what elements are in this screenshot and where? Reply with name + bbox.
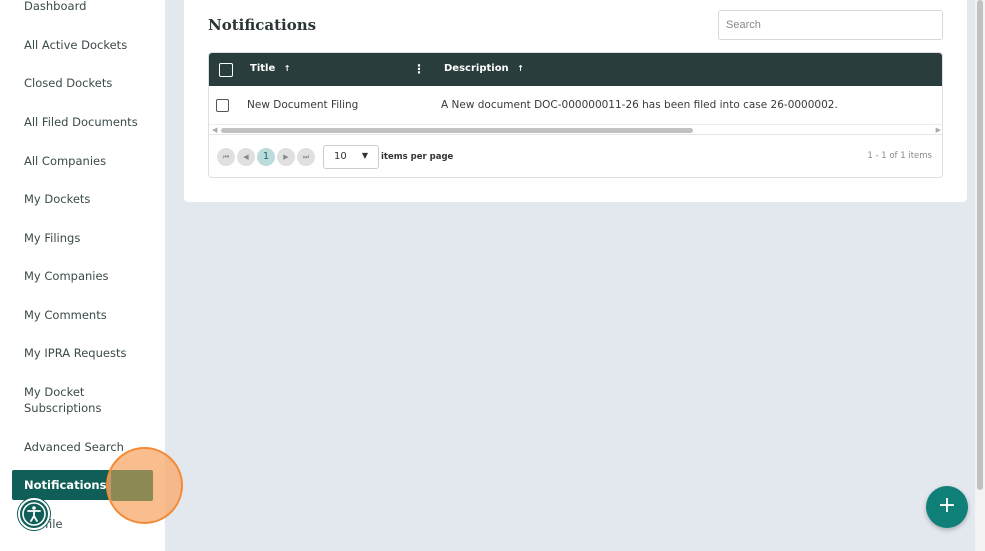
accessibility-button[interactable] xyxy=(18,498,50,530)
column-title-label: Title xyxy=(250,63,276,74)
arrow-up-icon: ↑ xyxy=(517,64,524,73)
arrow-up-icon: ↑ xyxy=(283,64,291,73)
sidebar-item-all-filed-documents[interactable]: All Filed Documents xyxy=(24,114,138,130)
row-checkbox[interactable] xyxy=(216,99,229,112)
scrollbar-thumb[interactable] xyxy=(221,128,693,133)
first-page-icon[interactable]: ⏮ xyxy=(217,148,235,166)
scroll-right-icon[interactable]: ▶ xyxy=(936,126,941,134)
search-input[interactable] xyxy=(718,10,943,40)
sidebar-item-my-companies[interactable]: My Companies xyxy=(24,268,109,284)
items-per-page-label: items per page xyxy=(381,152,454,162)
sidebar-item-closed-dockets[interactable]: Closed Dockets xyxy=(24,75,112,91)
add-button[interactable]: + xyxy=(926,486,968,528)
column-menu-icon[interactable]: ⋮ xyxy=(413,62,425,76)
sidebar-item-all-companies[interactable]: All Companies xyxy=(24,153,106,169)
horizontal-scrollbar[interactable]: ◀ ▶ xyxy=(209,124,942,135)
sidebar-item-all-active-dockets[interactable]: All Active Dockets xyxy=(24,37,127,53)
next-page-icon[interactable]: ▶ xyxy=(277,148,295,166)
sidebar-item-dashboard[interactable]: Dashboard xyxy=(24,0,86,14)
table-row[interactable]: New Document Filing A New document DOC-0… xyxy=(209,86,942,124)
sidebar-item-my-docket-subscriptions[interactable]: My Docket Subscriptions xyxy=(24,384,134,416)
row-title: New Document Filing xyxy=(247,99,359,111)
page-size-select[interactable]: 10 ▼ xyxy=(323,145,379,169)
chevron-down-icon: ▼ xyxy=(361,151,368,160)
sidebar-item-my-dockets[interactable]: My Dockets xyxy=(24,191,90,207)
row-description: A New document DOC-000000011-26 has been… xyxy=(441,99,838,111)
pager-count: 1 - 1 of 1 items xyxy=(867,151,932,161)
notifications-grid: Title ↑ ⋮ Description ↑ New Document Fil… xyxy=(208,52,943,178)
column-header-title[interactable]: Title ↑ xyxy=(250,63,290,74)
page-size-value: 10 xyxy=(334,151,347,162)
last-page-icon[interactable]: ⏭ xyxy=(297,148,315,166)
grid-header: Title ↑ ⋮ Description ↑ xyxy=(209,53,942,86)
sidebar-item-my-filings[interactable]: My Filings xyxy=(24,230,80,246)
sidebar-item-advanced-search[interactable]: Advanced Search xyxy=(24,439,124,455)
sidebar-item-my-ipra-requests[interactable]: My IPRA Requests xyxy=(24,345,126,361)
page-scrollbar-thumb[interactable] xyxy=(977,0,983,490)
select-all-checkbox[interactable] xyxy=(219,63,233,77)
page-title: Notifications xyxy=(208,16,317,34)
column-description-label: Description xyxy=(444,63,509,74)
click-indicator-core xyxy=(111,470,153,501)
page-scrollbar[interactable] xyxy=(975,0,985,551)
sidebar-item-my-comments[interactable]: My Comments xyxy=(24,307,107,323)
accessibility-icon xyxy=(22,502,46,526)
page-number-button[interactable]: 1 xyxy=(257,148,275,166)
previous-page-icon[interactable]: ◀ xyxy=(237,148,255,166)
scroll-left-icon[interactable]: ◀ xyxy=(212,126,217,134)
column-header-description[interactable]: Description ↑ xyxy=(444,63,524,74)
